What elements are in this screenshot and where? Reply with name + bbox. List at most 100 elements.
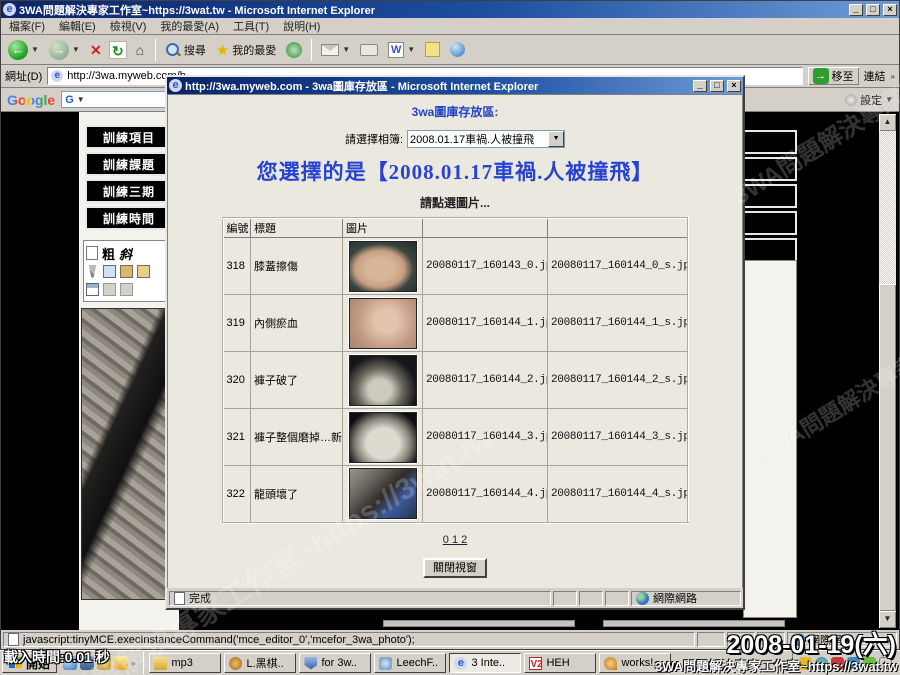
popup-close-button[interactable]: × bbox=[727, 80, 741, 92]
app-icon bbox=[229, 657, 242, 670]
messenger-button[interactable] bbox=[447, 40, 468, 59]
horizontal-scrollbar-segment[interactable] bbox=[383, 620, 575, 627]
minimize-button[interactable]: _ bbox=[849, 4, 863, 16]
links-chevron-icon[interactable]: » bbox=[891, 72, 895, 81]
history-button[interactable] bbox=[283, 40, 305, 60]
go-arrow-icon: → bbox=[813, 68, 829, 84]
album-select-label: 請選擇相簿: bbox=[345, 131, 403, 147]
italic-button[interactable]: 斜 bbox=[119, 244, 132, 263]
print-icon bbox=[360, 44, 378, 56]
gravel-photo[interactable] bbox=[81, 308, 173, 600]
scroll-up-icon[interactable]: ▲ bbox=[879, 114, 896, 131]
scrollbar-thumb[interactable] bbox=[879, 284, 896, 611]
photo-thumbnail[interactable] bbox=[349, 355, 417, 406]
selected-album-title: 您選擇的是【2008.01.17車禍.人被撞飛】 bbox=[168, 156, 742, 186]
forward-dropdown-icon[interactable]: ▼ bbox=[72, 45, 80, 54]
menu-edit[interactable]: 編輯(E) bbox=[59, 18, 96, 34]
vertical-scrollbar[interactable]: ▲ ▼ bbox=[879, 114, 896, 628]
status-message: javascript:tinyMCE.execInstanceCommand('… bbox=[3, 632, 695, 647]
filename-link[interactable]: 20080117_160144_2_s.jpg bbox=[548, 352, 688, 409]
favorites-button[interactable]: ★我的最愛 bbox=[213, 39, 279, 61]
task-app-2[interactable]: for 3w.. bbox=[299, 653, 371, 673]
watermark-site-url: 3WA問題解決專家工作室~https://3wat.tw bbox=[655, 656, 898, 675]
new-document-icon[interactable] bbox=[86, 246, 98, 260]
sidebar-item-training-2[interactable]: 訓練課題 bbox=[85, 152, 173, 176]
wysiwyg-editor-toolbar: 粗 斜 bbox=[83, 240, 175, 302]
filename-link[interactable]: 20080117_160144_1.jpg bbox=[423, 295, 548, 352]
toolbar-separator bbox=[155, 39, 156, 61]
photo-thumbnail[interactable] bbox=[349, 468, 417, 519]
select-dropdown-icon[interactable]: ▼ bbox=[548, 131, 564, 147]
filename-link[interactable]: 20080117_160144_0_s.jpg bbox=[548, 238, 688, 295]
browser-toolbar: ←▼ →▼ ✕ ↻ ⌂ 搜尋 ★我的最愛 ▼ W▼ bbox=[1, 35, 899, 65]
links-label[interactable]: 連結 bbox=[864, 68, 886, 84]
google-search-input[interactable]: G ▼ bbox=[61, 91, 181, 108]
pagination-links[interactable]: 0 1 2 bbox=[168, 534, 742, 546]
filename-link[interactable]: 20080117_160144_1_s.jpg bbox=[548, 295, 688, 352]
popup-titlebar[interactable]: e http://3wa.myweb.com - 3wa圖庫存放區 - Micr… bbox=[167, 77, 743, 94]
popup-minimize-button[interactable]: _ bbox=[693, 80, 707, 92]
main-titlebar[interactable]: e 3WA問題解決專家工作室~https://3wat.tw - Microso… bbox=[1, 1, 899, 18]
close-button[interactable]: × bbox=[883, 4, 897, 16]
menu-view[interactable]: 檢視(V) bbox=[110, 18, 147, 34]
maximize-button[interactable]: □ bbox=[866, 4, 880, 16]
table-row: 320 褲子破了 20080117_160144_2.jpg 20080117_… bbox=[223, 352, 688, 409]
task-mp3[interactable]: mp3 bbox=[149, 653, 221, 673]
insert-table-icon[interactable] bbox=[86, 283, 99, 296]
header-empty bbox=[423, 218, 548, 238]
folder-icon bbox=[154, 657, 167, 670]
search-icon bbox=[165, 42, 181, 58]
cut-icon[interactable] bbox=[86, 265, 99, 278]
album-select[interactable]: 2008.01.17車禍.人被撞飛 ▼ bbox=[407, 130, 565, 148]
mail-button[interactable]: ▼ bbox=[318, 42, 353, 58]
filename-link[interactable]: 20080117_160144_4_s.jpg bbox=[548, 466, 688, 523]
print-button[interactable] bbox=[357, 42, 381, 58]
filename-link[interactable]: 20080117_160144_3.jpg bbox=[423, 409, 548, 466]
search-button[interactable]: 搜尋 bbox=[162, 40, 209, 60]
edit-word-icon: W bbox=[388, 42, 404, 58]
photo-thumbnail[interactable] bbox=[349, 412, 417, 463]
home-button[interactable]: ⌂ bbox=[131, 41, 149, 59]
paste-word-icon[interactable] bbox=[137, 265, 150, 278]
sidebar-item-training-3[interactable]: 訓練三期 bbox=[85, 179, 173, 203]
background-table-row bbox=[743, 238, 797, 262]
photo-thumbnail[interactable] bbox=[349, 298, 417, 349]
menu-tools[interactable]: 工具(T) bbox=[233, 18, 269, 34]
edit-button[interactable]: W▼ bbox=[385, 40, 418, 60]
copy-icon[interactable] bbox=[103, 265, 116, 278]
google-settings-button[interactable]: 設定 ▼ bbox=[845, 92, 893, 108]
filename-link[interactable]: 20080117_160143_0.jpg bbox=[423, 238, 548, 295]
photo-table: 編號 標題 圖片 318 膝蓋擦傷 20080117_160143_0.jpg … bbox=[222, 217, 689, 524]
filename-link[interactable]: 20080117_160144_2.jpg bbox=[423, 352, 548, 409]
task-app-1[interactable]: L.黑棋.. bbox=[224, 653, 296, 673]
paste-icon[interactable] bbox=[120, 265, 133, 278]
back-dropdown-icon[interactable]: ▼ bbox=[31, 45, 39, 54]
background-table-row bbox=[743, 184, 797, 208]
sidebar-item-training-1[interactable]: 訓練項目 bbox=[85, 125, 173, 149]
notes-button[interactable] bbox=[422, 40, 443, 59]
back-button[interactable]: ←▼ bbox=[5, 38, 42, 62]
task-heh[interactable]: V2HEH bbox=[524, 653, 596, 673]
popup-maximize-button[interactable]: □ bbox=[710, 80, 724, 92]
google-dropdown-icon[interactable]: ▼ bbox=[77, 95, 85, 104]
task-leech[interactable]: LeechF.. bbox=[374, 653, 446, 673]
stop-button[interactable]: ✕ bbox=[87, 41, 105, 59]
menu-favorites[interactable]: 我的最愛(A) bbox=[160, 18, 219, 34]
popup-page: 3wa圖庫存放區: 請選擇相簿: 2008.01.17車禍.人被撞飛 ▼ 您選擇… bbox=[167, 94, 743, 588]
table-header-row: 編號 標題 圖片 bbox=[223, 218, 688, 238]
task-internet-explorer[interactable]: e3 Inte.. bbox=[449, 653, 521, 673]
header-title: 標題 bbox=[251, 218, 343, 238]
photo-thumbnail[interactable] bbox=[349, 241, 417, 292]
close-window-button[interactable]: 關閉視窗 bbox=[423, 558, 487, 578]
filename-link[interactable]: 20080117_160144_4.jpg bbox=[423, 466, 548, 523]
forward-button[interactable]: →▼ bbox=[46, 38, 83, 62]
sidebar-item-training-4[interactable]: 訓練時間 bbox=[85, 206, 173, 230]
outlook-quicklaunch-icon[interactable] bbox=[114, 656, 128, 670]
bold-button[interactable]: 粗 bbox=[102, 244, 115, 263]
menu-file[interactable]: 檔案(F) bbox=[9, 18, 45, 34]
go-button[interactable]: → 移至 bbox=[808, 67, 859, 85]
refresh-button[interactable]: ↻ bbox=[109, 41, 127, 59]
quicklaunch-chevron-icon[interactable]: » bbox=[131, 659, 135, 668]
menu-help[interactable]: 說明(H) bbox=[283, 18, 320, 34]
filename-link[interactable]: 20080117_160144_3_s.jpg bbox=[548, 409, 688, 466]
